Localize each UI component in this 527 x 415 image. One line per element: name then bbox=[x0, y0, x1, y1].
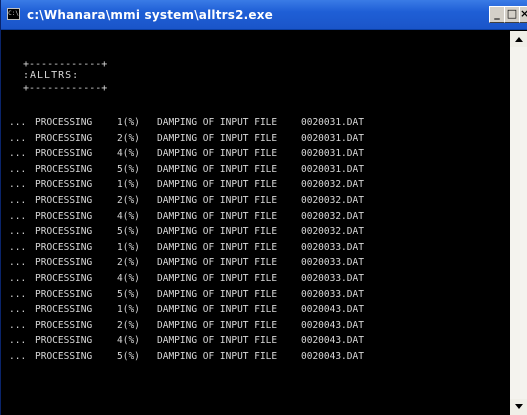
log-step: 1(%) bbox=[117, 304, 140, 316]
log-file: 0020043.DAT bbox=[301, 335, 364, 347]
window-title: c:\Whanara\mmi system\alltrs2.exe bbox=[27, 8, 274, 22]
log-prefix: ... bbox=[9, 257, 27, 269]
log-file: 0020032.DAT bbox=[301, 226, 364, 238]
log-verb: PROCESSING bbox=[35, 226, 93, 238]
log-step: 5(%) bbox=[117, 163, 140, 175]
log-verb: PROCESSING bbox=[35, 350, 93, 362]
log-step: 5(%) bbox=[117, 350, 140, 362]
log-file: 0020031.DAT bbox=[301, 163, 364, 175]
log-step: 2(%) bbox=[117, 257, 140, 269]
log-prefix: ... bbox=[9, 226, 27, 238]
console-window: C:\ c:\Whanara\mmi system\alltrs2.exe _ … bbox=[0, 0, 527, 415]
log-prefix: ... bbox=[9, 272, 27, 284]
log-verb: PROCESSING bbox=[35, 194, 93, 206]
log-prefix: ... bbox=[9, 194, 27, 206]
log-prefix: ... bbox=[9, 148, 27, 160]
log-prefix: ... bbox=[9, 179, 27, 191]
log-verb: PROCESSING bbox=[35, 257, 93, 269]
scroll-up-arrow-icon[interactable] bbox=[510, 31, 527, 47]
log-file: 0020033.DAT bbox=[301, 288, 364, 300]
log-message: DAMPING OF INPUT FILE bbox=[157, 272, 278, 284]
log-prefix: ... bbox=[9, 241, 27, 253]
log-file: 0020043.DAT bbox=[301, 319, 364, 331]
log-prefix: ... bbox=[9, 117, 27, 128]
log-prefix: ... bbox=[9, 335, 27, 347]
log-verb: PROCESSING bbox=[35, 241, 93, 253]
log-message: DAMPING OF INPUT FILE bbox=[157, 226, 278, 238]
log-file: 0020032.DAT bbox=[301, 210, 364, 222]
log-file: 0020031.DAT bbox=[301, 117, 364, 128]
log-step: 1(%) bbox=[117, 117, 140, 128]
minimize-button[interactable]: _ bbox=[489, 6, 505, 23]
log-prefix: ... bbox=[9, 304, 27, 316]
console-output[interactable]: +------------+ :ALLTRS: +------------+ .… bbox=[1, 31, 510, 415]
log-file: 0020043.DAT bbox=[301, 350, 364, 362]
log-step: 4(%) bbox=[117, 335, 140, 347]
log-message: DAMPING OF INPUT FILE bbox=[157, 148, 278, 160]
log-prefix: ... bbox=[9, 132, 27, 144]
log-message: DAMPING OF INPUT FILE bbox=[157, 163, 278, 175]
log-message: DAMPING OF INPUT FILE bbox=[157, 257, 278, 269]
log-step: 4(%) bbox=[117, 272, 140, 284]
log-step: 2(%) bbox=[117, 132, 140, 144]
log-message: DAMPING OF INPUT FILE bbox=[157, 288, 278, 300]
log-verb: PROCESSING bbox=[35, 210, 93, 222]
banner-label: :ALLTRS: bbox=[23, 70, 80, 81]
log-verb: PROCESSING bbox=[35, 335, 93, 347]
log-file: 0020031.DAT bbox=[301, 148, 364, 160]
log-verb: PROCESSING bbox=[35, 132, 93, 144]
log-verb: PROCESSING bbox=[35, 319, 93, 331]
log-verb: PROCESSING bbox=[35, 117, 93, 128]
log-step: 5(%) bbox=[117, 288, 140, 300]
log-step: 5(%) bbox=[117, 226, 140, 238]
log-file: 0020033.DAT bbox=[301, 241, 364, 253]
log-prefix: ... bbox=[9, 163, 27, 175]
scrollbar-track[interactable] bbox=[510, 47, 527, 399]
log-message: DAMPING OF INPUT FILE bbox=[157, 117, 278, 128]
log-file: 0020033.DAT bbox=[301, 272, 364, 284]
log-step: 4(%) bbox=[117, 210, 140, 222]
log-verb: PROCESSING bbox=[35, 179, 93, 191]
log-message: DAMPING OF INPUT FILE bbox=[157, 335, 278, 347]
log-verb: PROCESSING bbox=[35, 288, 93, 300]
log-file: 0020032.DAT bbox=[301, 179, 364, 191]
banner-top-border: +------------+ bbox=[23, 59, 108, 70]
log-message: DAMPING OF INPUT FILE bbox=[157, 132, 278, 144]
log-step: 2(%) bbox=[117, 319, 140, 331]
log-step: 4(%) bbox=[117, 148, 140, 160]
log-verb: PROCESSING bbox=[35, 304, 93, 316]
log-message: DAMPING OF INPUT FILE bbox=[157, 241, 278, 253]
log-prefix: ... bbox=[9, 319, 27, 331]
log-step: 2(%) bbox=[117, 194, 140, 206]
log-message: DAMPING OF INPUT FILE bbox=[157, 210, 278, 222]
log-verb: PROCESSING bbox=[35, 163, 93, 175]
log-prefix: ... bbox=[9, 288, 27, 300]
log-prefix: ... bbox=[9, 210, 27, 222]
log-file: 0020031.DAT bbox=[301, 132, 364, 144]
vertical-scrollbar[interactable] bbox=[510, 31, 527, 415]
log-file: 0020033.DAT bbox=[301, 257, 364, 269]
scroll-down-arrow-icon[interactable] bbox=[510, 399, 527, 415]
log-verb: PROCESSING bbox=[35, 272, 93, 284]
console-app-icon[interactable]: C:\ bbox=[7, 8, 20, 20]
log-step: 1(%) bbox=[117, 179, 140, 191]
log-message: DAMPING OF INPUT FILE bbox=[157, 319, 278, 331]
log-file: 0020043.DAT bbox=[301, 304, 364, 316]
log-message: DAMPING OF INPUT FILE bbox=[157, 304, 278, 316]
log-prefix: ... bbox=[9, 350, 27, 362]
maximize-button[interactable]: □ bbox=[504, 6, 520, 23]
log-verb: PROCESSING bbox=[35, 148, 93, 160]
log-file: 0020032.DAT bbox=[301, 194, 364, 206]
banner-bottom-border: +------------+ bbox=[23, 83, 108, 94]
title-bar[interactable]: C:\ c:\Whanara\mmi system\alltrs2.exe _ … bbox=[1, 0, 527, 30]
log-message: DAMPING OF INPUT FILE bbox=[157, 350, 278, 362]
log-message: DAMPING OF INPUT FILE bbox=[157, 194, 278, 206]
log-message: DAMPING OF INPUT FILE bbox=[157, 179, 278, 191]
close-button[interactable]: × bbox=[519, 6, 527, 23]
log-step: 1(%) bbox=[117, 241, 140, 253]
